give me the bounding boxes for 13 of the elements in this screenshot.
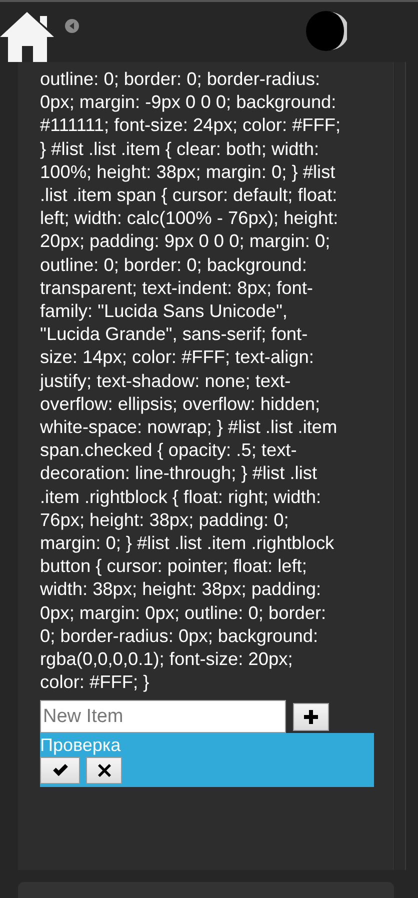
home-icon[interactable]: [0, 10, 55, 62]
back-icon[interactable]: [65, 19, 79, 33]
list-item[interactable]: Проверка: [40, 733, 374, 788]
item-label: Проверка: [40, 734, 121, 758]
delete-button[interactable]: [86, 757, 122, 784]
plus-icon: [303, 708, 319, 725]
add-button[interactable]: [293, 702, 329, 731]
contrast-icon[interactable]: [305, 10, 347, 52]
new-item-field[interactable]: New Item: [40, 700, 286, 734]
close-icon: [98, 764, 110, 778]
code-text: outline: 0; border: 0; border-radius: 0px; margin: -9px 0 0 0; background: #111111; font-size: 24px; color: #FFF; } #list .list .item { clear: both; width: 100%; height: 38px; margin: 0; } #list .list .item span { cursor: default; float: left; width: calc(100% - 76px); height: 20px; padding: 9px 0 0 0; margin: 0; outline: 0; border: 0; background: transparent; text-indent: 8px; font-family: "Lucida Sans Unicode", "Lucida Grande", sans-serif; font-size: 14px; color: #FFF; text-align: justify; text-shadow: none; text-overflow: ellipsis; overflow: hidden; white-space: nowrap; } #list .list .item span.checked { opacity: .5; text-decoration: line-through; } #list .list .item .rightblock { float: right; width: 76px; height: 38px; padding: 0; margin: 0; } #list .list .item .rightblock button { cursor: pointer; float: left; width: 38px; height: 38px; padding: 0px; margin: 0px; outline: 0; border: 0; border-radius: 0px; background: rgba(0,0,0,0.1); font-size: 20px; color: #FFF; }: [40, 68, 342, 694]
check-icon: [52, 764, 68, 778]
check-button[interactable]: [40, 757, 80, 784]
